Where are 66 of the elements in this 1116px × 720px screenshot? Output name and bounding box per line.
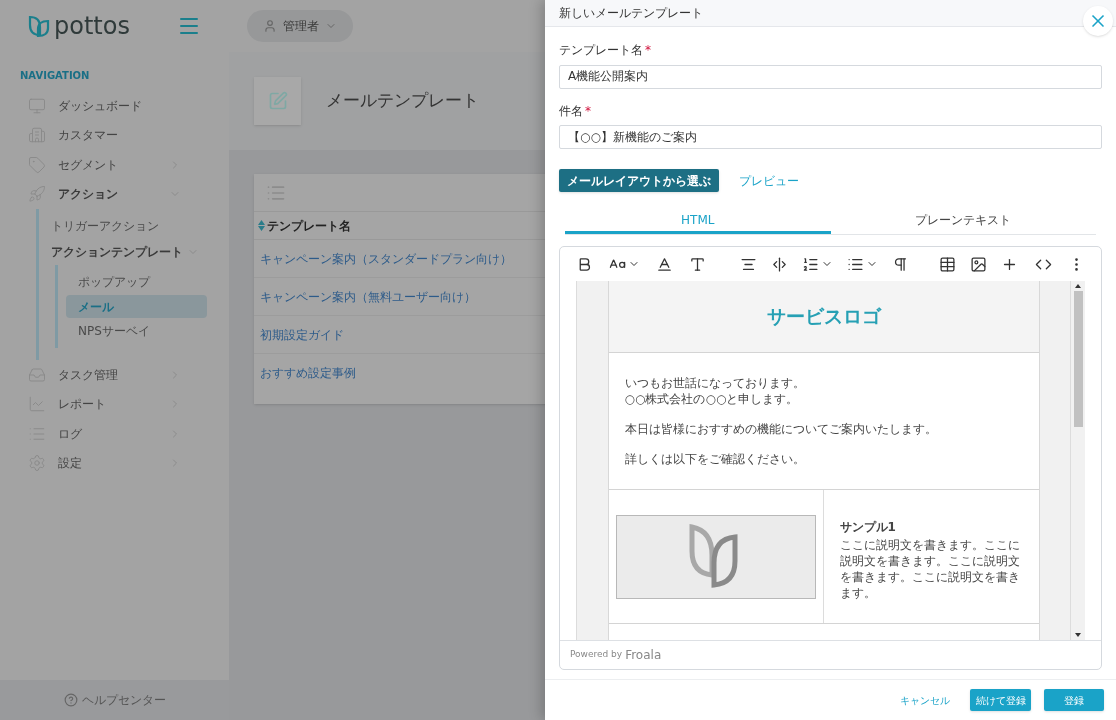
sidebar-subitem[interactable]: トリガーアクション [51, 213, 209, 239]
sidebar-item[interactable]: セグメント [20, 150, 209, 180]
template-link[interactable]: キャンペーン案内（無料ユーザー向け） [260, 287, 476, 306]
drawer-title: 新しいメールテンプレート [559, 5, 703, 22]
nav-icon [28, 365, 46, 384]
template-link[interactable]: おすすめ設定事例 [260, 364, 356, 382]
section-heading: NAVIGATION [20, 69, 91, 83]
sidebar-item[interactable]: アクション [20, 179, 209, 209]
text-field[interactable]: A機能公開案内 [559, 64, 1102, 89]
email-paragraph: いつもお世話になっております。 ○○株式会社の○○と申します。 [624, 375, 806, 407]
indent-icon[interactable] [771, 255, 788, 273]
ordered-list-icon[interactable] [802, 255, 819, 273]
template-link[interactable]: 初期設定ガイド [260, 325, 344, 344]
email-paragraph: 本日は皆様におすすめの機能についてご案内いたします。 [624, 421, 938, 437]
powered-by-label: Powered by [570, 648, 623, 662]
sort-icon [258, 220, 265, 231]
field-label: テンプレート名 [559, 42, 643, 59]
help-label: ヘルプセンター [81, 692, 166, 709]
required-mark: * [645, 42, 651, 59]
email-paragraph: 詳しくは以下をご確認ください。 [624, 451, 806, 467]
user-icon [263, 19, 277, 33]
sidebar-item[interactable]: カスタマー [20, 120, 209, 150]
nav-icon [28, 395, 46, 414]
sidebar-item[interactable]: タスク管理 [20, 360, 209, 390]
nav-icon [28, 454, 46, 473]
text-field[interactable]: 【○○】新機能のご案内 [559, 125, 1102, 149]
help-icon [63, 693, 78, 707]
user-menu-button[interactable]: 管理者 [247, 10, 353, 42]
sidebar-item[interactable]: 設定 [20, 448, 209, 478]
save-button[interactable]: 登録 [1044, 689, 1104, 711]
nav-icon [28, 96, 46, 115]
tab[interactable]: プレーンテキスト [830, 208, 1096, 234]
image-icon[interactable] [970, 255, 987, 273]
close-button[interactable] [1083, 6, 1113, 36]
sidebar-subitem[interactable]: NPSサーベイ [66, 319, 207, 343]
tab[interactable]: HTML [565, 208, 831, 234]
nav-icon [28, 185, 46, 204]
logo-icon [28, 14, 50, 38]
paragraph-icon[interactable] [892, 255, 909, 273]
text-color-icon[interactable] [656, 255, 673, 273]
sidebar-item[interactable]: ダッシュボード [20, 91, 209, 121]
table-icon[interactable] [939, 255, 956, 273]
required-mark: * [585, 102, 591, 120]
text-style-icon[interactable] [689, 255, 706, 273]
logo-banner: サービスロゴ [608, 281, 1039, 353]
field-label: 件名 [559, 102, 583, 120]
scrollbar[interactable] [1071, 281, 1085, 640]
cancel-button[interactable]: キャンセル [893, 692, 957, 708]
nav-icon [28, 155, 46, 174]
scrollbar-thumb[interactable] [1073, 291, 1083, 427]
brand-name: pottos [54, 14, 130, 38]
froala-link[interactable]: Froala [625, 646, 662, 664]
help-bar[interactable]: ヘルプセンター [0, 680, 229, 720]
page-title: メールテンプレート [326, 89, 479, 113]
sidebar-subitem[interactable]: ポップアップ [66, 270, 207, 294]
template-link[interactable]: キャンペーン案内（スタンダードプラン向け） [260, 249, 512, 268]
preview-link[interactable]: プレビュー [739, 171, 799, 190]
edit-icon [267, 91, 288, 111]
save-continue-button[interactable]: 続けて登録 [970, 689, 1031, 711]
nav-icon [28, 126, 46, 145]
sidebar-subitem[interactable]: アクションテンプレート [51, 239, 209, 265]
sample-title: サンプル1 [839, 519, 897, 536]
sidebar-item[interactable]: レポート [20, 389, 209, 419]
sidebar-item[interactable]: ログ [20, 419, 209, 449]
layout-button[interactable]: メールレイアウトから選ぶ [559, 169, 719, 192]
sample-description: ここに説明文を書きます。ここに説明文を書きます。ここに説明文を書きます。ここに説明文を書きます。 [839, 537, 1021, 601]
